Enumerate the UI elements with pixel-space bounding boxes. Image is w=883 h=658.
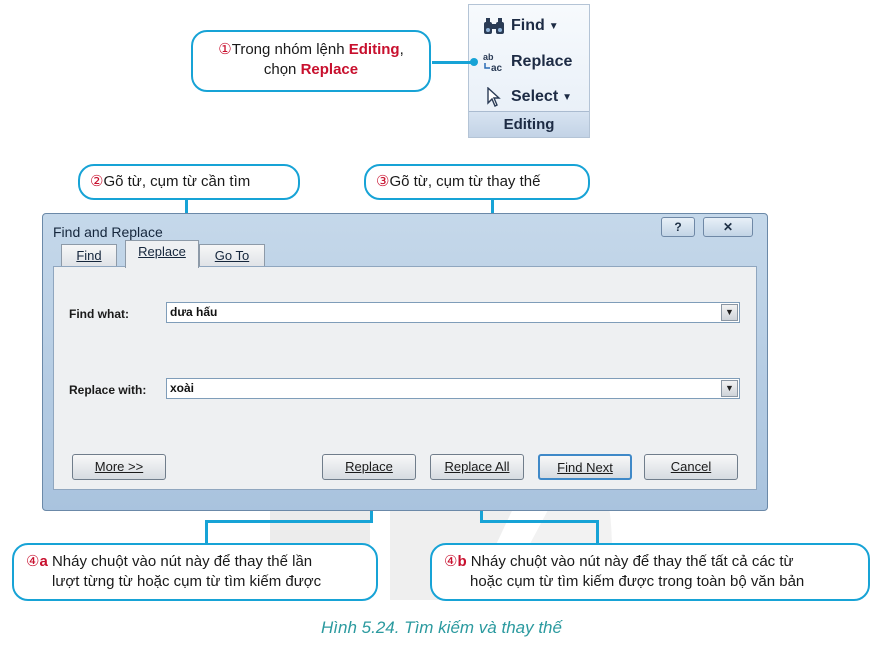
connector-line (205, 520, 208, 544)
find-next-button[interactable]: Find Next (538, 454, 632, 480)
cursor-arrow-icon (481, 87, 507, 107)
step-number: ② (90, 173, 104, 190)
callout-step-4b: ④b Nháy chuột vào nút này để thay thế tấ… (430, 543, 870, 601)
dropdown-arrow-icon[interactable]: ▼ (721, 304, 738, 321)
close-button[interactable]: ✕ (703, 217, 753, 237)
callout-text: Nháy chuột vào nút này để thay thế tất c… (470, 553, 794, 570)
replace-button[interactable]: Replace (322, 454, 416, 480)
callout-text: Gõ từ, cụm từ thay thế (389, 173, 541, 190)
tab-go-to[interactable]: Go To (199, 244, 265, 268)
close-icon: ✕ (722, 220, 734, 234)
more-button[interactable]: More >> (72, 454, 166, 480)
replace-with-label: Replace with: (69, 383, 147, 397)
ribbon-select-button[interactable]: Select ▼ (481, 84, 572, 110)
callout-highlight: Editing (348, 41, 400, 58)
connector-line (596, 520, 599, 544)
connector-dot (470, 58, 478, 66)
ribbon-replace-button[interactable]: ab ac Replace (481, 49, 572, 75)
callout-text: , (399, 41, 404, 58)
replace-with-input[interactable]: xoài ▼ (166, 378, 740, 399)
dialog-title: Find and Replace (53, 224, 163, 240)
step-number: ④ (26, 553, 40, 570)
find-what-label: Find what: (69, 307, 129, 321)
callout-text: hoặc cụm từ tìm kiếm được trong toàn bộ … (470, 573, 805, 590)
replace-icon: ab ac (481, 51, 507, 73)
find-replace-dialog: Find and Replace ? ✕ Find Replace Go To … (42, 213, 768, 511)
callout-highlight: Replace (300, 61, 359, 78)
figure-caption: Hình 5.24. Tìm kiếm và thay thế (321, 618, 562, 637)
connector-line (480, 520, 598, 523)
editing-ribbon-group: Find ▼ ab ac Replace Select ▼ Editing (468, 4, 590, 138)
dropdown-arrow-icon: ▼ (548, 20, 559, 32)
tab-replace[interactable]: Replace (125, 240, 199, 268)
connector-line (205, 520, 373, 523)
ribbon-group-label: Editing (469, 111, 589, 137)
ribbon-find-label: Find (511, 17, 545, 34)
help-icon: ? (674, 220, 682, 234)
svg-text:ac: ac (491, 63, 503, 73)
find-what-input[interactable]: dưa hấu ▼ (166, 302, 740, 323)
connector-line (432, 61, 474, 64)
step-sub-letter: a (39, 553, 48, 570)
replace-all-button[interactable]: Replace All (430, 454, 524, 480)
callout-step-3: ③Gõ từ, cụm từ thay thế (364, 164, 590, 200)
step-number: ① (218, 41, 232, 58)
step-number: ③ (376, 173, 390, 190)
callout-text: Nháy chuột vào nút này để thay thế lần (51, 553, 313, 570)
dialog-client-area: Find what: dưa hấu ▼ Replace with: xoài … (53, 266, 757, 490)
svg-text:ab: ab (483, 52, 494, 62)
ribbon-replace-label: Replace (511, 53, 573, 70)
callout-text: Trong nhóm lệnh (231, 41, 349, 58)
callout-step-2: ②Gõ từ, cụm từ cần tìm (78, 164, 300, 200)
help-button[interactable]: ? (661, 217, 695, 237)
callout-text: Gõ từ, cụm từ cần tìm (103, 173, 251, 190)
callout-step-1: ①Trong nhóm lệnh Editing, chọn Replace (191, 30, 431, 92)
replace-with-value: xoài (170, 381, 195, 395)
step-number: ④ (444, 553, 458, 570)
callout-text: chọn (263, 61, 301, 78)
find-what-value: dưa hấu (170, 305, 218, 319)
ribbon-find-button[interactable]: Find ▼ (481, 13, 559, 39)
step-sub-letter: b (457, 553, 467, 570)
dropdown-arrow-icon[interactable]: ▼ (721, 380, 738, 397)
binoculars-icon (481, 17, 507, 35)
callout-text: lượt từng từ hoặc cụm từ tìm kiếm được (52, 573, 322, 590)
cancel-button[interactable]: Cancel (644, 454, 738, 480)
ribbon-select-label: Select (511, 88, 559, 105)
callout-step-4a: ④a Nháy chuột vào nút này để thay thế lầ… (12, 543, 378, 601)
tab-find[interactable]: Find (61, 244, 117, 268)
dropdown-arrow-icon: ▼ (562, 91, 573, 103)
